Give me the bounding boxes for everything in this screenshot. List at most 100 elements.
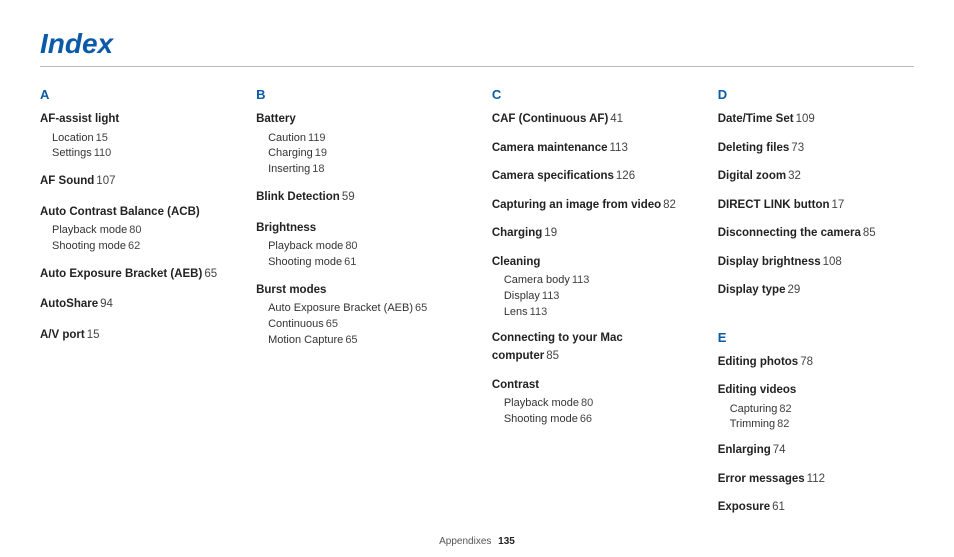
entry-camera-specifications: Camera specifications126	[492, 169, 708, 188]
letter-b: B	[256, 87, 482, 102]
column-c: C CAF (Continuous AF)41 Camera maintenan…	[492, 87, 708, 529]
entry-label: Editing photos	[718, 356, 798, 368]
sub-label: Settings	[52, 147, 92, 159]
sub-label: Lens	[504, 306, 528, 318]
entry-label: Display type	[718, 284, 786, 296]
sub-page: 15	[96, 132, 108, 144]
entry-error-messages: Error messages112	[718, 472, 914, 491]
page-title: Index	[40, 28, 914, 60]
letter-d: D	[718, 87, 914, 102]
entry-page: 85	[863, 227, 876, 239]
entry-label: Exposure	[718, 501, 770, 513]
sub-page: 65	[415, 302, 427, 314]
letter-e: E	[718, 330, 914, 345]
sub-page: 80	[345, 240, 357, 252]
column-d-e: D Date/Time Set109 Deleting files73 Digi…	[718, 87, 914, 529]
sub-page: 80	[581, 397, 593, 409]
entry-camera-maintenance: Camera maintenance113	[492, 141, 708, 160]
sub-label: Charging	[268, 147, 313, 159]
entry-label: CAF (Continuous AF)	[492, 113, 608, 125]
entry-label: Brightness	[256, 222, 316, 234]
entry-av-port: A/V port15	[40, 328, 246, 347]
entry-autoshare: AutoShare94	[40, 297, 246, 316]
entry-label: Blink Detection	[256, 191, 340, 203]
entry-cleaning: Cleaning Camera body113 Display113 Lens1…	[492, 255, 708, 321]
entry-date-time-set: Date/Time Set109	[718, 112, 914, 131]
entry-page: 73	[791, 142, 804, 154]
entry-label: Camera specifications	[492, 170, 614, 182]
entry-label: Display brightness	[718, 256, 821, 268]
sub-page: 66	[580, 413, 592, 425]
sub-page: 65	[345, 334, 357, 346]
entry-label: AF-assist light	[40, 113, 119, 125]
entry-page: 126	[616, 170, 635, 182]
entry-acb: Auto Contrast Balance (ACB) Playback mod…	[40, 205, 246, 255]
entry-label: Auto Exposure Bracket (AEB)	[40, 268, 202, 280]
sub-label: Continuous	[268, 318, 324, 330]
entry-label: computer	[492, 350, 544, 362]
entry-editing-photos: Editing photos78	[718, 355, 914, 374]
entry-label: A/V port	[40, 329, 85, 341]
sub-label: Inserting	[268, 163, 310, 175]
sub-label: Playback mode	[268, 240, 343, 252]
entry-page: 109	[796, 113, 815, 125]
title-rule	[40, 66, 914, 67]
entry-label: Enlarging	[718, 444, 771, 456]
letter-a: A	[40, 87, 246, 102]
entry-page: 108	[823, 256, 842, 268]
entry-page: 15	[87, 329, 100, 341]
entry-af-sound: AF Sound107	[40, 174, 246, 193]
sub-page: 119	[308, 132, 326, 144]
entry-enlarging: Enlarging74	[718, 443, 914, 462]
sub-label: Playback mode	[52, 224, 127, 236]
entry-label: Charging	[492, 227, 542, 239]
entry-label: Date/Time Set	[718, 113, 794, 125]
entry-charging: Charging19	[492, 226, 708, 245]
footer: Appendixes 135	[0, 536, 954, 547]
entry-blink-detection: Blink Detection59	[256, 190, 482, 209]
entry-caf: CAF (Continuous AF)41	[492, 112, 708, 131]
entry-page: 107	[96, 175, 115, 187]
column-a: A AF-assist light Location15 Settings110…	[40, 87, 246, 529]
entry-label: Connecting to your Mac	[492, 332, 623, 344]
sub-label: Location	[52, 132, 94, 144]
sub-label: Camera body	[504, 274, 570, 286]
entry-capturing-image-video: Capturing an image from video82	[492, 198, 708, 217]
sub-page: 80	[129, 224, 141, 236]
index-columns: A AF-assist light Location15 Settings110…	[40, 87, 914, 529]
entry-label: Auto Contrast Balance (ACB)	[40, 206, 200, 218]
entry-contrast: Contrast Playback mode80 Shooting mode66	[492, 378, 708, 428]
sub-page: 18	[312, 163, 324, 175]
sub-label: Motion Capture	[268, 334, 343, 346]
entry-editing-videos: Editing videos Capturing82 Trimming82	[718, 383, 914, 433]
footer-page: 135	[498, 536, 515, 547]
entry-page: 61	[772, 501, 785, 513]
entry-label: Disconnecting the camera	[718, 227, 861, 239]
sub-label: Trimming	[730, 418, 775, 430]
entry-page: 19	[544, 227, 557, 239]
entry-label: Deleting files	[718, 142, 790, 154]
sub-page: 65	[326, 318, 338, 330]
sub-label: Display	[504, 290, 540, 302]
entry-label: Capturing an image from video	[492, 199, 661, 211]
entry-display-type: Display type29	[718, 283, 914, 302]
sub-page: 82	[777, 418, 789, 430]
entry-label: Error messages	[718, 473, 805, 485]
entry-page: 59	[342, 191, 355, 203]
entry-label: Editing videos	[718, 384, 797, 396]
sub-label: Auto Exposure Bracket (AEB)	[268, 302, 413, 314]
sub-page: 61	[344, 256, 356, 268]
sub-page: 62	[128, 240, 140, 252]
entry-page: 85	[546, 350, 559, 362]
entry-battery: Battery Caution119 Charging19 Inserting1…	[256, 112, 482, 178]
entry-page: 94	[100, 298, 113, 310]
entry-page: 112	[807, 473, 825, 485]
entry-page: 113	[610, 142, 628, 154]
entry-label: DIRECT LINK button	[718, 199, 830, 211]
entry-page: 41	[610, 113, 623, 125]
entry-af-assist-light: AF-assist light Location15 Settings110	[40, 112, 246, 162]
entry-label: Battery	[256, 113, 296, 125]
sub-page: 19	[315, 147, 327, 159]
sub-page: 113	[542, 290, 560, 302]
entry-deleting-files: Deleting files73	[718, 141, 914, 160]
